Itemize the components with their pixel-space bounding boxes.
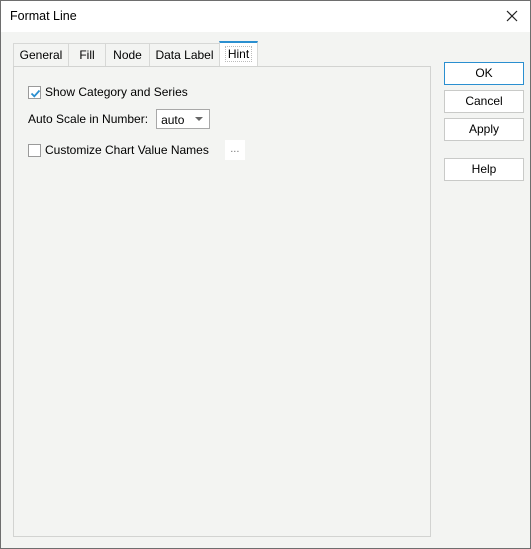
hint-panel: Show Category and Series Auto Scale in N… <box>13 66 431 537</box>
tab-hint[interactable]: Hint <box>219 41 258 68</box>
cancel-button[interactable]: Cancel <box>444 90 524 113</box>
customize-names-row: Customize Chart Value Names ... <box>28 140 245 160</box>
tab-label: General <box>19 48 63 62</box>
title-bar: Format Line <box>1 1 530 32</box>
close-button[interactable] <box>502 6 522 26</box>
auto-scale-row: Auto Scale in Number: auto <box>28 109 211 129</box>
chevron-down-icon <box>195 117 204 121</box>
tab-label: Hint <box>224 46 253 62</box>
auto-scale-label: Auto Scale in Number: <box>28 112 149 126</box>
tab-label: Data Label <box>155 48 214 62</box>
tab-fill[interactable]: Fill <box>68 43 106 68</box>
tab-label: Fill <box>79 48 95 62</box>
apply-button[interactable]: Apply <box>444 118 524 141</box>
tab-general[interactable]: General <box>13 43 69 68</box>
dialog-title: Format Line <box>10 9 77 23</box>
format-line-dialog: Format Line General Fill Node Data Label… <box>0 0 531 549</box>
close-icon <box>506 10 518 22</box>
customize-names-checkbox[interactable] <box>28 143 41 157</box>
checkmark-icon <box>30 89 41 98</box>
show-category-series-row: Show Category and Series <box>28 85 188 99</box>
auto-scale-select[interactable]: auto <box>156 109 211 129</box>
tab-node[interactable]: Node <box>105 43 150 68</box>
ok-button[interactable]: OK <box>444 62 524 85</box>
customize-names-label: Customize Chart Value Names <box>45 143 209 157</box>
help-button[interactable]: Help <box>444 158 524 181</box>
tab-label: Node <box>113 48 142 62</box>
show-category-series-checkbox[interactable] <box>28 85 41 99</box>
show-category-series-label: Show Category and Series <box>45 85 188 99</box>
auto-scale-value: auto <box>161 113 185 127</box>
customize-names-browse-button[interactable]: ... <box>224 140 245 160</box>
tab-data-label[interactable]: Data Label <box>149 43 220 68</box>
